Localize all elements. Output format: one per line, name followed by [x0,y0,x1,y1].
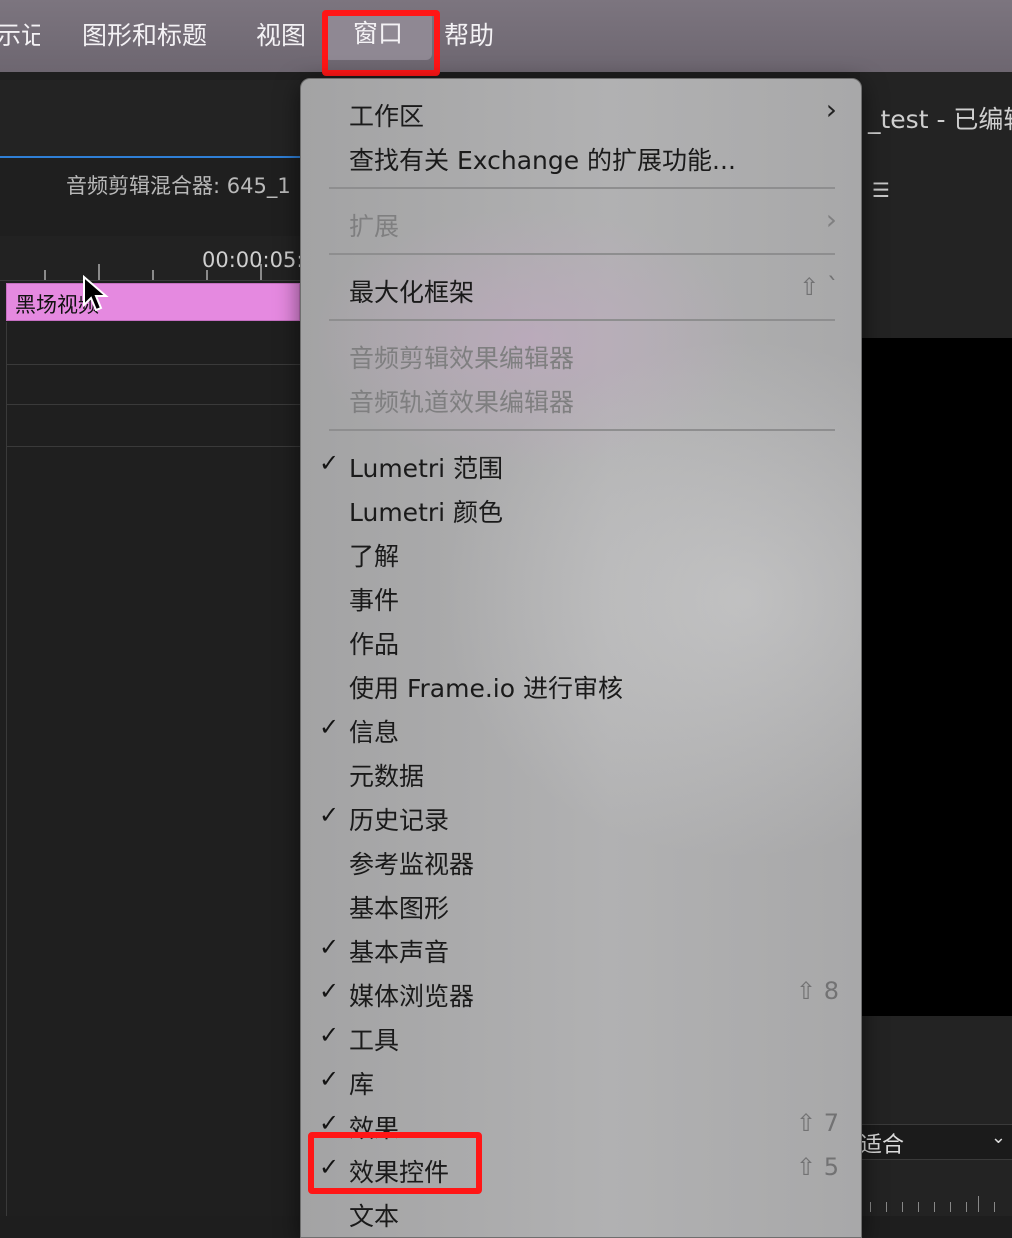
chevron-right-icon: › [825,203,837,236]
menu-item-label: 作品 [349,630,400,659]
menu-bar: 示记 图形和标题 视图 窗口 帮助 [0,0,1012,72]
checkmark-icon: ✓ [319,1065,340,1093]
menu-separator [329,253,835,255]
shortcut-label: ⇧ 8 [795,977,839,1005]
menu-item-label: 基本声音 [349,938,450,967]
checkmark-icon: ✓ [319,933,340,961]
checkmark-icon: ✓ [319,1153,340,1181]
menu-item-audio-clip-effect-editor: 音频剪辑效果编辑器 [301,333,861,377]
checkmark-icon: ✓ [319,1021,340,1049]
window-menu-dropdown: 工作区 › 查找有关 Exchange 的扩展功能... 扩展 › 最大化框架 … [300,78,862,1238]
timecode-label: 00:00:05: [202,248,304,272]
menu-item-label: 信息 [349,718,400,747]
track-divider [6,364,300,365]
chevron-down-icon: ⌄ [990,1127,1006,1148]
menu-item-media-browser[interactable]: ✓ 媒体浏览器 ⇧ 8 [301,971,861,1015]
checkmark-icon: ✓ [319,713,340,741]
fit-dropdown[interactable]: 适合 ⌄ [860,1124,1012,1160]
audio-clip-mixer-tab[interactable]: 音频剪辑混合器: 645_1 [66,170,291,200]
menu-item-label: 最大化框架 [349,278,475,307]
menu-item-productions[interactable]: 作品 [301,619,861,663]
mouse-cursor-icon [83,275,109,312]
menu-item-events[interactable]: 事件 [301,575,861,619]
menu-item-label: 音频剪辑效果编辑器 [349,344,575,373]
menu-item-label: 效果 [349,1114,400,1143]
shortcut-label: ⇧ 7 [795,1109,839,1137]
menu-item-label: 库 [349,1070,375,1099]
menu-window[interactable]: 窗口 [324,12,432,60]
menu-item-label: 使用 Frame.io 进行审核 [349,674,623,703]
checkmark-icon: ✓ [319,977,340,1005]
menu-view[interactable]: 视图 [256,16,306,52]
menu-mark[interactable]: 示记 [0,16,40,52]
menu-item-label: 基本图形 [349,894,450,923]
menu-item-lumetri-scopes[interactable]: ✓ Lumetri 范围 [301,443,861,487]
menu-item-info[interactable]: ✓ 信息 [301,707,861,751]
menu-view-label: 视图 [256,21,307,50]
menu-item-find-exchange-extensions[interactable]: 查找有关 Exchange 的扩展功能... [301,135,861,179]
menu-item-frameio-review[interactable]: 使用 Frame.io 进行审核 [301,663,861,707]
checkmark-icon: ✓ [319,1109,340,1137]
menu-item-label: 文本 [349,1202,400,1231]
menu-item-label: 音频轨道效果编辑器 [349,388,575,417]
fit-label: 适合 [860,1133,905,1158]
menu-help[interactable]: 帮助 [444,16,494,52]
menu-item-maximize-frame[interactable]: 最大化框架 ⇧ ` [301,267,861,311]
shortcut-label: ⇧ ` [799,273,839,301]
menu-item-effect-controls[interactable]: ✓ 效果控件 ⇧ 5 [301,1147,861,1191]
menu-item-label: 工具 [349,1026,400,1055]
menu-item-label: 工作区 [349,102,425,131]
menu-item-label: Lumetri 范围 [349,454,504,483]
panel-header [0,80,300,158]
menu-item-tools[interactable]: ✓ 工具 [301,1015,861,1059]
menu-item-label: 查找有关 Exchange 的扩展功能... [349,146,736,175]
menu-graphics-titles[interactable]: 图形和标题 [82,16,207,52]
menu-help-label: 帮助 [444,21,495,50]
menu-item-essential-graphics[interactable]: 基本图形 [301,883,861,927]
menu-item-label: 事件 [349,586,400,615]
menu-item-label: 效果控件 [349,1158,450,1187]
menu-item-learn[interactable]: 了解 [301,531,861,575]
menu-item-label: 历史记录 [349,806,450,835]
menu-item-lumetri-color[interactable]: Lumetri 颜色 [301,487,861,531]
menu-separator [329,319,835,321]
track-divider [6,446,300,447]
menu-item-label: 媒体浏览器 [349,982,475,1011]
menu-item-label: 参考监视器 [349,850,475,879]
shortcut-label: ⇧ 5 [795,1153,839,1181]
menu-mark-label: 示记 [0,21,40,50]
hamburger-icon[interactable]: ☰ [872,178,890,202]
monitor-viewport [860,338,1012,1016]
track-edge [6,322,7,1216]
track-divider [6,404,300,405]
chevron-right-icon: › [825,93,837,126]
menu-item-extensions: 扩展 › [301,201,861,245]
menu-item-metadata[interactable]: 元数据 [301,751,861,795]
menu-item-label: Lumetri 颜色 [349,498,504,527]
menu-window-label: 窗口 [352,19,403,48]
menu-item-reference-monitor[interactable]: 参考监视器 [301,839,861,883]
menu-separator [329,429,835,431]
menu-item-libraries[interactable]: ✓ 库 [301,1059,861,1103]
menu-item-workspace[interactable]: 工作区 › [301,91,861,135]
menu-item-history[interactable]: ✓ 历史记录 [301,795,861,839]
menu-item-effects[interactable]: ✓ 效果 ⇧ 7 [301,1103,861,1147]
menu-graphics-titles-label: 图形和标题 [82,21,208,50]
menu-item-label: 扩展 [349,212,400,241]
menu-item-label: 了解 [349,542,400,571]
menu-item-label: 元数据 [349,762,425,791]
checkmark-icon: ✓ [319,801,340,829]
project-title: _test - 已编辑 [868,105,1012,134]
menu-item-essential-sound[interactable]: ✓ 基本声音 [301,927,861,971]
clip-black-video[interactable]: 黑场视频 [6,283,300,321]
checkmark-icon: ✓ [319,449,340,477]
menu-separator [329,187,835,189]
monitor-ruler [860,1190,1012,1216]
menu-item-audio-track-effect-editor: 音频轨道效果编辑器 [301,377,861,421]
menu-item-text[interactable]: 文本 [301,1191,861,1235]
